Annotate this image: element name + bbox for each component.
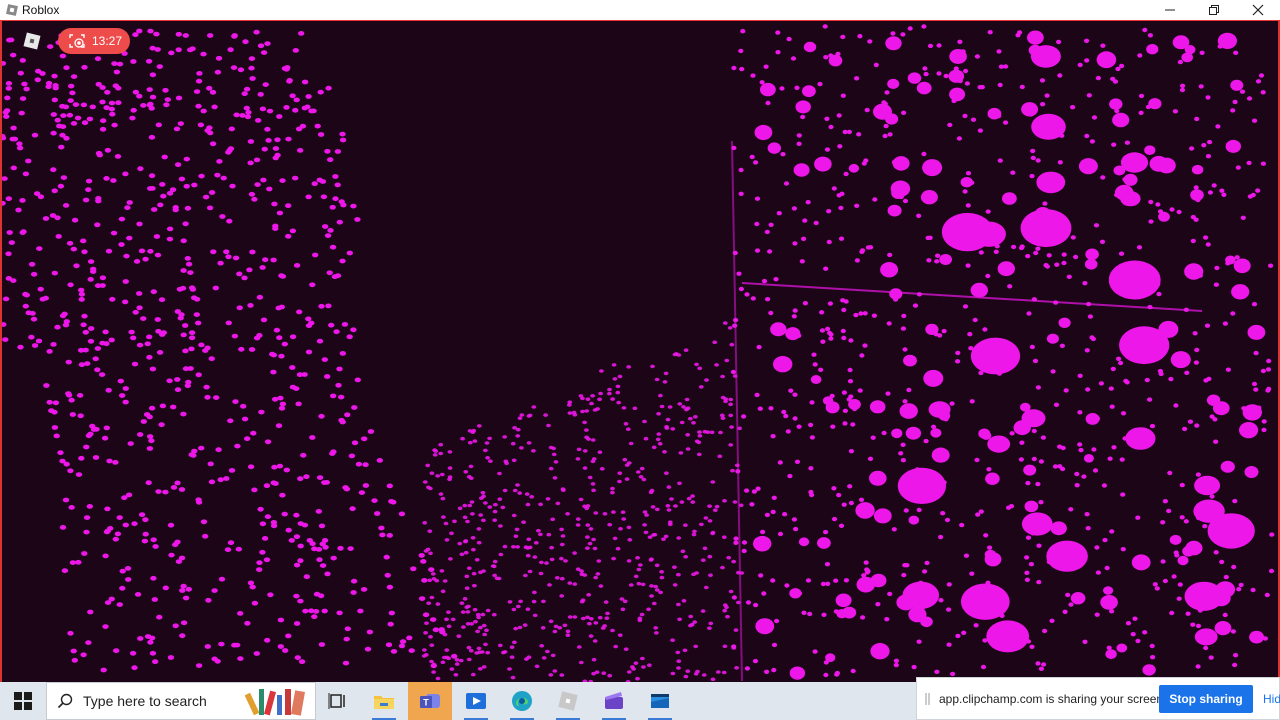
edge-button[interactable]	[500, 682, 544, 720]
search-icon	[57, 693, 73, 709]
roblox-taskbar-button[interactable]	[546, 682, 590, 720]
screen-sharing-bar: app.clipchamp.com is sharing your screen…	[916, 677, 1280, 720]
roblox-studio-icon	[651, 694, 669, 708]
hide-sharing-link[interactable]: Hide	[1263, 692, 1280, 706]
stop-sharing-button[interactable]: Stop sharing	[1159, 685, 1253, 713]
edge-icon	[512, 691, 532, 711]
recording-time: 13:27	[92, 34, 123, 48]
minimize-icon	[1165, 9, 1175, 11]
file-explorer-icon	[374, 696, 394, 709]
task-view-icon	[328, 693, 345, 709]
game-viewport[interactable]: 13:27	[0, 21, 1280, 682]
teams-button[interactable]: T	[408, 682, 452, 720]
minimize-button[interactable]	[1148, 0, 1192, 20]
close-button[interactable]	[1236, 0, 1280, 20]
roblox-logo-icon	[23, 32, 41, 50]
roblox-studio-button[interactable]	[638, 682, 682, 720]
search-highlight-illustration	[245, 689, 306, 716]
window-title: Roblox	[22, 3, 60, 17]
restore-icon	[1209, 5, 1219, 15]
recording-indicator[interactable]: 13:27	[58, 28, 130, 54]
windows-logo-icon	[14, 692, 32, 710]
close-icon	[1252, 4, 1264, 16]
search-placeholder: Type here to search	[83, 693, 207, 709]
media-player-button[interactable]	[454, 682, 498, 720]
media-player-icon	[466, 693, 486, 709]
restore-button[interactable]	[1192, 0, 1236, 20]
start-button[interactable]	[0, 682, 46, 720]
particle-scene	[2, 24, 1275, 682]
clipchamp-button[interactable]	[592, 682, 636, 720]
roblox-menu-button[interactable]	[20, 29, 44, 53]
drag-handle-icon[interactable]	[925, 693, 931, 705]
file-explorer-button[interactable]	[362, 682, 406, 720]
record-icon	[69, 34, 85, 48]
roblox-app-icon	[6, 4, 18, 16]
sharing-message: app.clipchamp.com is sharing your screen…	[939, 692, 1167, 706]
taskbar-search[interactable]: Type here to search	[46, 682, 316, 720]
roblox-icon	[558, 691, 578, 711]
svg-text:T: T	[423, 698, 429, 708]
task-view-button[interactable]	[316, 682, 360, 720]
window-title-bar: Roblox	[0, 0, 1280, 21]
clipchamp-icon	[605, 692, 623, 709]
teams-icon: T	[420, 694, 440, 708]
